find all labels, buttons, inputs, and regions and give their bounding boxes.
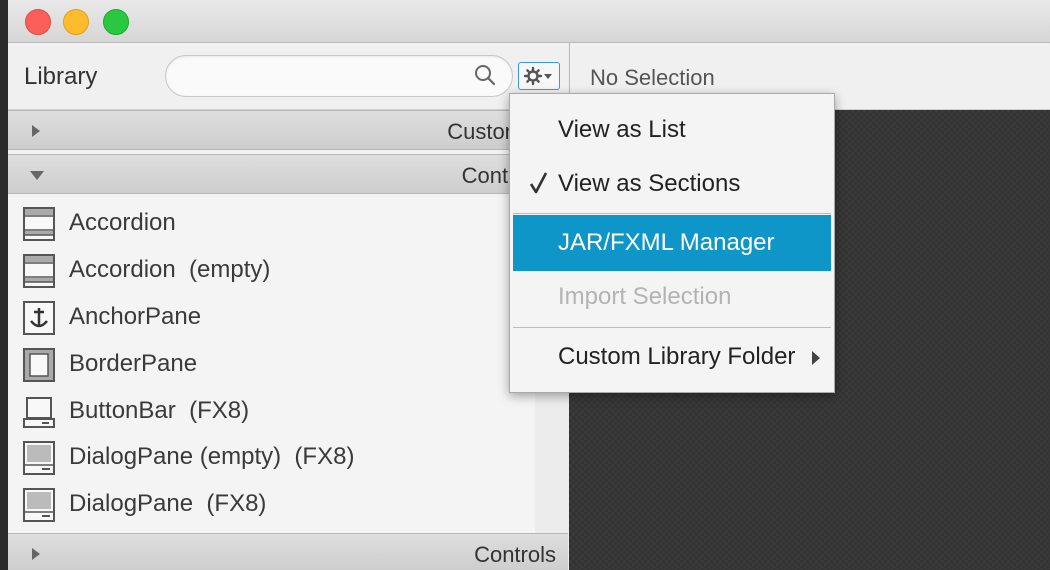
minimize-window-button[interactable] <box>63 9 89 35</box>
accordion-icon <box>23 254 55 288</box>
list-item-borderpane[interactable]: BorderPane <box>22 342 522 382</box>
menu-item-label: Import Selection <box>558 283 732 310</box>
library-header: Library <box>8 43 568 110</box>
library-options-menu: View as List View as Sections JAR/FXML M… <box>509 93 835 393</box>
dialogpane-icon <box>23 441 55 475</box>
menu-separator <box>513 213 831 214</box>
collapse-arrow-icon <box>30 171 44 180</box>
menu-item-label: Custom Library Folder <box>558 343 796 370</box>
item-label: ButtonBar (FX8) <box>69 397 250 424</box>
dialogpane-icon <box>23 488 55 522</box>
library-item-list: Accordion Accordion (empty) AnchorPane B… <box>8 197 536 533</box>
menu-item-view-as-list[interactable]: View as List <box>513 102 831 158</box>
library-settings-button[interactable] <box>518 62 560 90</box>
section-controls[interactable]: Controls <box>8 533 568 570</box>
list-item-accordion-empty[interactable]: Accordion (empty) <box>22 248 522 288</box>
menu-item-label: JAR/FXML Manager <box>558 229 775 256</box>
search-icon[interactable] <box>473 63 497 87</box>
borderpane-icon <box>23 348 55 382</box>
accordion-icon <box>23 207 55 241</box>
no-selection-label: No Selection <box>590 65 715 90</box>
library-title: Library <box>24 63 98 90</box>
list-item-dialogpane-empty[interactable]: DialogPane (empty) (FX8) <box>22 435 522 475</box>
menu-item-label: View as List <box>558 116 686 143</box>
menu-item-jar-fxml-manager[interactable]: JAR/FXML Manager <box>513 215 831 271</box>
gear-icon <box>523 66 552 86</box>
item-label: Accordion (empty) <box>69 256 271 283</box>
zoom-window-button[interactable] <box>103 9 129 35</box>
item-label: DialogPane (empty) (FX8) <box>69 443 355 470</box>
submenu-arrow-icon <box>812 351 820 365</box>
section-containers[interactable]: Containers <box>8 154 568 194</box>
title-bar <box>8 0 1050 43</box>
list-item-anchorpane[interactable]: AnchorPane <box>22 295 522 335</box>
section-controls-label: Controls <box>474 542 556 567</box>
item-label: Accordion <box>69 209 176 236</box>
section-custom[interactable]: Custom <box>8 110 568 150</box>
expand-arrow-icon <box>32 125 40 137</box>
buttonbar-icon <box>23 397 55 428</box>
close-window-button[interactable] <box>25 9 51 35</box>
list-item-dialogpane[interactable]: DialogPane (FX8) <box>22 482 522 522</box>
library-search-input[interactable] <box>165 55 513 97</box>
anchor-icon <box>23 301 55 335</box>
library-panel: Library Custom Accordion Accordion (empt… <box>8 43 568 570</box>
menu-item-custom-library-folder[interactable]: Custom Library Folder <box>513 329 831 385</box>
menu-separator <box>513 327 831 328</box>
item-label: BorderPane <box>69 350 198 377</box>
menu-item-label: View as Sections <box>558 170 741 197</box>
menu-item-view-as-sections[interactable]: View as Sections <box>513 156 831 212</box>
menu-item-import-selection: Import Selection <box>513 269 831 325</box>
checkmark-icon <box>529 172 548 194</box>
item-label: AnchorPane <box>69 303 202 330</box>
item-label: DialogPane (FX8) <box>69 490 267 517</box>
list-item-buttonbar[interactable]: ButtonBar (FX8) <box>22 389 522 429</box>
list-item-accordion[interactable]: Accordion <box>22 201 522 241</box>
expand-arrow-icon <box>32 548 40 560</box>
